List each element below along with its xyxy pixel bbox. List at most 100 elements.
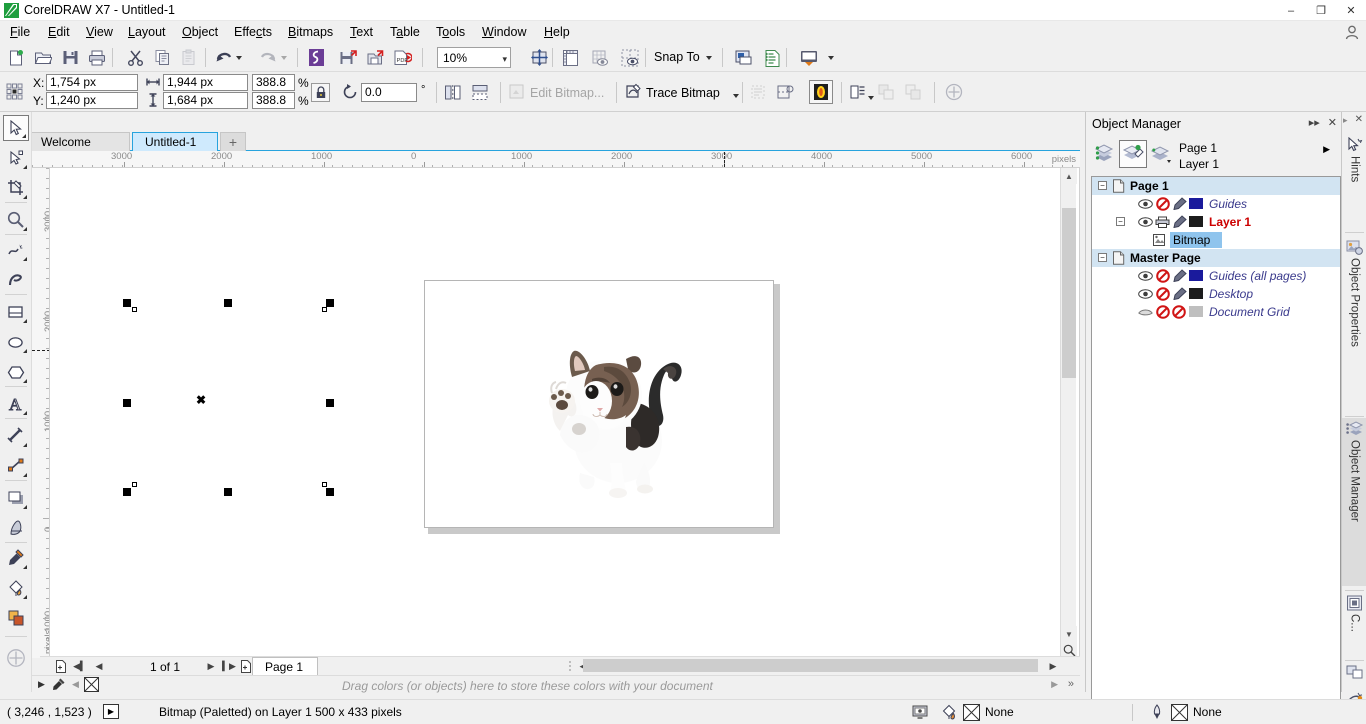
x-position-input[interactable]: 1,754 px bbox=[46, 74, 138, 91]
scroll-down-button[interactable]: ▼ bbox=[1061, 626, 1077, 642]
export-icon[interactable] bbox=[363, 46, 387, 69]
scroll-up-button[interactable]: ▲ bbox=[1061, 168, 1077, 184]
printable-disabled-icon[interactable] bbox=[1156, 305, 1170, 319]
next-page-button[interactable]: ▶ bbox=[203, 659, 219, 674]
eye-visible-icon[interactable] bbox=[1138, 270, 1153, 282]
layer-color-guides[interactable] bbox=[1189, 198, 1203, 209]
expander-page-1[interactable]: − bbox=[1098, 181, 1107, 190]
docker-flyout-arrow[interactable]: ▶ bbox=[1323, 144, 1330, 155]
trace-bitmap-button[interactable]: Trace Bitmap bbox=[646, 86, 720, 100]
pin-icon[interactable] bbox=[944, 82, 964, 102]
menu-object[interactable]: Object bbox=[176, 24, 224, 40]
eye-hidden-icon[interactable] bbox=[1138, 307, 1153, 318]
full-screen-preview-icon[interactable] bbox=[527, 46, 551, 69]
horizontal-scroll-thumb[interactable] bbox=[583, 659, 1038, 672]
menu-layout[interactable]: Layout bbox=[122, 24, 172, 40]
previous-page-button[interactable]: ◀ bbox=[91, 659, 107, 674]
redo-icon[interactable] bbox=[256, 46, 280, 69]
selection-handle-small-br[interactable] bbox=[322, 482, 327, 487]
tab-untitled-1[interactable]: Untitled-1 bbox=[132, 132, 218, 151]
lock-ratio-icon[interactable] bbox=[311, 83, 330, 102]
pick-tool[interactable] bbox=[3, 115, 29, 141]
publish-pdf-icon[interactable]: PDF bbox=[390, 46, 414, 69]
tree-row-guides[interactable]: Guides bbox=[1092, 195, 1340, 213]
tabstrip-expand-arrow[interactable]: ▸ bbox=[1343, 115, 1348, 126]
hscroll-right-button[interactable]: ▶ bbox=[1045, 659, 1061, 674]
new-document-icon[interactable] bbox=[4, 46, 28, 69]
editable-pencil-icon[interactable] bbox=[1173, 269, 1187, 282]
edit-across-layers-icon[interactable] bbox=[1119, 140, 1147, 168]
docpalette-flyout-arrow[interactable]: ▶ bbox=[38, 679, 45, 690]
editable-pencil-icon[interactable] bbox=[1173, 197, 1187, 210]
color-eyedropper-tool[interactable] bbox=[3, 545, 29, 571]
tab-object-manager[interactable]: Object Manager bbox=[1342, 418, 1366, 586]
selection-handle-small-bl[interactable] bbox=[132, 482, 137, 487]
fill-none-swatch[interactable] bbox=[963, 704, 980, 721]
horizontal-ruler[interactable]: 3000 2000 1000 0 1000 2000 3000 4000 5000 6000 pix… bbox=[32, 151, 1080, 168]
tree-row-master-page[interactable]: − Master Page bbox=[1092, 249, 1340, 267]
menu-view[interactable]: View bbox=[80, 24, 119, 40]
undo-dropdown-arrow[interactable] bbox=[236, 56, 242, 60]
close-button[interactable]: ✕ bbox=[1336, 0, 1366, 21]
rotation-angle-input[interactable]: 0.0 bbox=[361, 83, 417, 102]
printer-icon[interactable] bbox=[1155, 216, 1170, 228]
save-icon[interactable] bbox=[58, 46, 82, 69]
bitmap-color-mask-icon[interactable] bbox=[809, 80, 833, 104]
zoom-tool[interactable] bbox=[3, 207, 29, 233]
show-grid-icon[interactable] bbox=[588, 46, 612, 69]
open-document-icon[interactable] bbox=[31, 46, 55, 69]
copy-icon[interactable] bbox=[150, 46, 174, 69]
printable-disabled-icon[interactable] bbox=[1156, 197, 1170, 211]
selection-handle-tl[interactable] bbox=[123, 299, 131, 307]
application-launcher-icon[interactable] bbox=[795, 46, 823, 69]
undo-icon[interactable] bbox=[212, 46, 236, 69]
tree-row-document-grid[interactable]: Document Grid bbox=[1092, 303, 1340, 321]
status-expand-button[interactable]: ▶ bbox=[103, 704, 119, 719]
width-input[interactable]: 1,944 px bbox=[163, 74, 248, 91]
selection-handle-small-tr[interactable] bbox=[322, 307, 327, 312]
menu-table[interactable]: Table bbox=[384, 24, 426, 40]
tabstrip-close-icon[interactable]: ✕ bbox=[1355, 114, 1363, 125]
y-position-input[interactable]: 1,240 px bbox=[46, 92, 138, 109]
eye-visible-icon[interactable] bbox=[1138, 216, 1153, 228]
menu-edit[interactable]: Edit bbox=[42, 24, 76, 40]
editable-pencil-icon[interactable] bbox=[1173, 287, 1187, 300]
menu-file[interactable]: File bbox=[4, 24, 36, 40]
tab-color-styles[interactable]: C... bbox=[1342, 592, 1366, 656]
color-proof-icon[interactable] bbox=[912, 704, 928, 720]
menu-window[interactable]: Window bbox=[476, 24, 532, 40]
vertical-ruler[interactable]: 30002000100001000pixels bbox=[32, 168, 50, 658]
tree-row-layer-1[interactable]: − Layer 1 bbox=[1092, 213, 1340, 231]
object-manager-tree[interactable]: − Page 1 Guides − Layer 1 Bitmap − Maste… bbox=[1091, 176, 1341, 724]
freehand-tool[interactable] bbox=[3, 237, 29, 263]
tab-hints[interactable]: Hints bbox=[1342, 134, 1366, 228]
text-tool[interactable]: A bbox=[3, 391, 29, 417]
minimize-button[interactable]: – bbox=[1276, 0, 1306, 21]
selection-handle-bc[interactable] bbox=[224, 488, 232, 496]
snap-to-arrow[interactable] bbox=[706, 56, 712, 60]
add-document-tab[interactable]: + bbox=[220, 132, 246, 151]
outline-pen-icon[interactable] bbox=[1150, 704, 1164, 720]
selection-handle-tc[interactable] bbox=[224, 299, 232, 307]
document-properties-icon[interactable] bbox=[760, 46, 784, 69]
canvas-horizontal-scrollbar[interactable] bbox=[583, 658, 1043, 673]
snap-to-dropdown[interactable]: Snap To bbox=[654, 50, 700, 64]
selection-handle-ml[interactable] bbox=[123, 399, 131, 407]
outline-width-icon[interactable] bbox=[848, 82, 868, 102]
options-dialog-icon[interactable] bbox=[731, 46, 755, 69]
selection-handle-small-tl[interactable] bbox=[132, 307, 137, 312]
shape-tool[interactable] bbox=[3, 145, 29, 171]
tree-row-page-1[interactable]: − Page 1 bbox=[1092, 177, 1340, 195]
scale-height-input[interactable]: 388.8 bbox=[252, 92, 295, 109]
rectangle-tool[interactable] bbox=[3, 299, 29, 325]
docker-collapse-button[interactable]: ▸▸ bbox=[1309, 116, 1320, 129]
scale-width-input[interactable]: 388.8 bbox=[252, 74, 295, 91]
redo-dropdown-arrow[interactable] bbox=[281, 56, 287, 60]
selection-handle-br[interactable] bbox=[326, 488, 334, 496]
print-icon[interactable] bbox=[85, 46, 109, 69]
docpalette-expand[interactable]: » bbox=[1068, 678, 1074, 690]
tree-row-guides-all-pages[interactable]: Guides (all pages) bbox=[1092, 267, 1340, 285]
layer-color-document-grid[interactable] bbox=[1189, 306, 1203, 317]
vertical-scroll-thumb[interactable] bbox=[1062, 208, 1076, 378]
expander-master-page[interactable]: − bbox=[1098, 253, 1107, 262]
